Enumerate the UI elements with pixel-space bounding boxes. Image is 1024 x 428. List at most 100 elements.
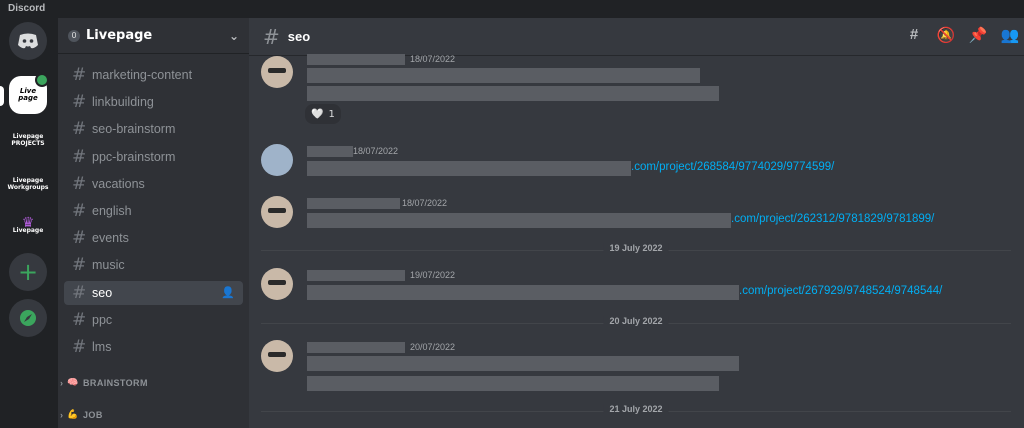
server-livepage-projects[interactable]: Livepage PROJECTS xyxy=(9,121,47,159)
channel-hash-icon: # xyxy=(72,228,87,249)
channel-header-name: seo xyxy=(287,29,311,44)
threads-icon[interactable]: # xyxy=(904,26,924,44)
channel-item-events[interactable]: # events xyxy=(64,226,243,250)
channel-hash-icon: # xyxy=(72,173,87,194)
guild-boost-badge: 0 xyxy=(68,29,80,42)
chevron-right-icon: › xyxy=(60,377,64,388)
redacted-text xyxy=(307,356,739,371)
channel-item-seo[interactable]: # seo 👤 xyxy=(64,280,243,305)
server-livepage-king[interactable]: ♛ Livepage xyxy=(9,208,47,246)
message-timestamp: 20/07/2022 xyxy=(410,342,456,352)
channel-item-lms[interactable]: # lms xyxy=(64,335,243,359)
chat-area: # seo # 🔕 📌 👥 18/07/2022 🤍 1 18/07/2022 … xyxy=(249,18,1024,428)
date-divider: 19 July 2022 xyxy=(261,243,1011,253)
date-divider-label: 19 July 2022 xyxy=(603,243,669,253)
channel-sidebar: 0 Livepage ⌄ # marketing-content # linkbuil… xyxy=(58,18,249,428)
channel-item-marketing-content[interactable]: # marketing-content xyxy=(64,63,243,87)
pin-icon[interactable]: 📌 xyxy=(968,26,988,44)
crown-icon: ♛ xyxy=(21,215,35,231)
category-job[interactable]: › 💪 JOB xyxy=(60,409,103,420)
redacted-text xyxy=(307,213,731,228)
channel-item-music[interactable]: # music xyxy=(64,253,243,277)
reaction-count: 1 xyxy=(328,108,335,120)
message-timestamp: 18/07/2022 xyxy=(353,146,399,156)
message-link[interactable]: .com/project/262312/9781829/9781899/ xyxy=(731,213,934,225)
redacted-username[interactable] xyxy=(307,342,405,353)
message-timestamp: 18/07/2022 xyxy=(402,198,448,208)
redacted-username[interactable] xyxy=(307,270,405,281)
redacted-text xyxy=(307,285,739,300)
server-livepage-label: Live page xyxy=(18,87,38,102)
plus-icon: + xyxy=(17,258,39,286)
channel-hash-icon: # xyxy=(72,337,87,357)
server-workgroups-label: Livepage Workgroups xyxy=(7,177,49,191)
channel-name: seo-brainstorm xyxy=(92,122,176,137)
channel-hash-icon: # xyxy=(72,146,87,167)
channel-hash-icon: # xyxy=(72,119,87,140)
channel-item-ppc[interactable]: # ppc xyxy=(64,308,243,332)
channel-item-linkbuilding[interactable]: # linkbuilding xyxy=(64,90,243,114)
date-divider: 21 July 2022 xyxy=(261,404,1011,414)
channel-hash-icon: # xyxy=(263,24,280,49)
message-link[interactable]: .com/project/268584/9774029/9774599/ xyxy=(631,161,834,173)
heart-icon: 🤍 xyxy=(311,108,324,120)
redacted-username[interactable] xyxy=(307,54,405,65)
chevron-right-icon: › xyxy=(60,409,64,420)
redacted-text xyxy=(307,376,719,391)
channel-item-vacations[interactable]: # vacations xyxy=(64,172,243,196)
guild-header[interactable]: 0 Livepage ⌄ xyxy=(58,18,249,54)
channel-item-seo-brainstorm[interactable]: # seo-brainstorm xyxy=(64,117,243,141)
avatar[interactable] xyxy=(261,340,293,372)
date-divider-label: 20 July 2022 xyxy=(603,316,669,326)
channel-name: events xyxy=(92,231,129,246)
home-button[interactable] xyxy=(9,22,47,60)
avatar[interactable] xyxy=(261,144,293,176)
server-king-label: Livepage xyxy=(12,227,44,234)
chevron-down-icon: ⌄ xyxy=(228,28,239,43)
redacted-text xyxy=(307,86,719,101)
avatar[interactable] xyxy=(261,196,293,228)
date-divider-label: 21 July 2022 xyxy=(603,404,669,414)
message-timestamp: 19/07/2022 xyxy=(410,270,456,280)
category-emoji-icon: 🧠 xyxy=(67,377,80,387)
category-brainstorm[interactable]: › 🧠 BRAINSTORM xyxy=(60,377,148,388)
member-list-icon[interactable]: 👥 xyxy=(1000,26,1020,44)
explore-servers-button[interactable] xyxy=(9,299,47,337)
channel-name: ppc xyxy=(92,312,113,327)
server-sidebar: Live page Livepage PROJECTS Livepage Wor… xyxy=(0,18,58,428)
category-name: BRAINSTORM xyxy=(83,377,148,388)
mute-bell-icon[interactable]: 🔕 xyxy=(936,26,956,44)
invite-member-icon[interactable]: 👤 xyxy=(221,286,235,299)
server-livepage-workgroups[interactable]: Livepage Workgroups xyxy=(7,165,49,203)
channel-hash-icon: # xyxy=(72,65,87,85)
redacted-text xyxy=(307,68,700,83)
channel-hash-icon: # xyxy=(72,282,87,303)
avatar[interactable] xyxy=(261,56,293,88)
channel-name: english xyxy=(92,204,132,218)
channel-name: linkbuilding xyxy=(92,95,154,110)
channel-hash-icon: # xyxy=(72,201,87,221)
channel-hash-icon: # xyxy=(72,309,87,330)
channel-item-ppc-brainstorm[interactable]: # ppc-brainstorm xyxy=(64,145,243,169)
channel-header: # seo # 🔕 📌 👥 xyxy=(249,18,1024,56)
header-toolbar: # 🔕 📌 👥 xyxy=(904,26,1020,44)
app-title: Discord xyxy=(0,0,1024,18)
channel-name: music xyxy=(92,258,125,273)
message-link[interactable]: .com/project/267929/9748524/9748544/ xyxy=(739,285,942,297)
selected-server-pill xyxy=(0,86,4,106)
channel-name: lms xyxy=(92,340,112,354)
voice-active-badge-icon xyxy=(35,73,49,87)
category-name: JOB xyxy=(83,409,103,420)
reaction-heart[interactable]: 🤍 1 xyxy=(305,104,341,124)
channel-name: ppc-brainstorm xyxy=(92,149,176,164)
message-timestamp: 18/07/2022 xyxy=(410,54,456,64)
redacted-username[interactable] xyxy=(307,146,353,157)
avatar[interactable] xyxy=(261,268,293,300)
redacted-username[interactable] xyxy=(307,198,400,209)
date-divider: 20 July 2022 xyxy=(261,316,1011,326)
discord-logo-icon xyxy=(18,33,38,49)
channel-name: seo xyxy=(92,285,113,300)
channel-name: marketing-content xyxy=(92,68,193,82)
add-server-button[interactable]: + xyxy=(9,253,47,291)
channel-item-english[interactable]: # english xyxy=(64,199,243,223)
